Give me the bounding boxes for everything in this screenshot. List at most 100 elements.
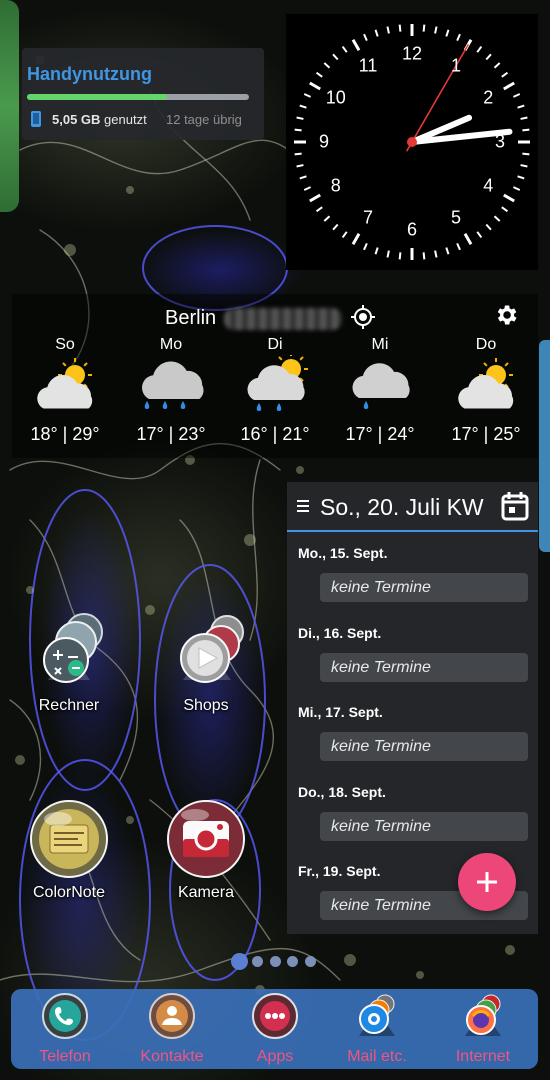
app-label: Rechner bbox=[38, 697, 100, 714]
clock-minute-tick bbox=[520, 164, 528, 168]
forecast-temperature: 17° | 25° bbox=[451, 424, 521, 444]
page-dot[interactable] bbox=[269, 956, 281, 967]
calendar-event-item[interactable]: keine Termine bbox=[320, 811, 528, 841]
mail-folder-icon bbox=[353, 992, 401, 1040]
app-label: ColorNote bbox=[32, 884, 106, 901]
forecast-day[interactable]: Do 17° | 25° bbox=[433, 336, 539, 445]
forecast-day[interactable]: So 18° | 29° bbox=[12, 336, 118, 445]
clock-hour-tick bbox=[351, 39, 361, 51]
clock-hour-tick bbox=[463, 233, 473, 245]
clock-minute-tick bbox=[341, 231, 348, 239]
dock-item-kontakte[interactable]: Kontakte bbox=[132, 989, 212, 1066]
rain-cloud-icon bbox=[118, 354, 224, 420]
clock-number: 10 bbox=[325, 87, 346, 108]
clock-minute-tick bbox=[476, 231, 483, 239]
browser-folder-icon bbox=[459, 992, 507, 1040]
edge-panel-tab[interactable] bbox=[0, 0, 19, 212]
app-colornote[interactable]: ColorNote bbox=[14, 797, 124, 902]
add-event-button[interactable] bbox=[458, 853, 516, 911]
partly-cloudy-icon bbox=[433, 354, 539, 420]
clock-minute-tick bbox=[485, 53, 492, 61]
page-indicator[interactable] bbox=[231, 952, 321, 970]
phone-icon bbox=[41, 992, 89, 1040]
app-kamera[interactable]: Kamera bbox=[151, 797, 261, 902]
clock-minute-tick bbox=[485, 223, 492, 231]
clock-minute-tick bbox=[456, 33, 461, 42]
app-rechner[interactable]: Rechner bbox=[14, 610, 124, 715]
app-shops[interactable]: Shops bbox=[151, 610, 261, 715]
sun-rain-icon bbox=[222, 354, 328, 420]
clock-minute-tick bbox=[374, 247, 379, 255]
dock-label: Kontakte bbox=[140, 1048, 204, 1065]
calendar-day-heading[interactable]: Mo., 15. Sept. bbox=[298, 545, 387, 561]
analog-clock-widget[interactable]: 12 1 2 3 4 5 6 7 8 9 10 11 bbox=[286, 14, 538, 270]
clock-minute-tick bbox=[501, 206, 509, 213]
dock-item-telefon[interactable]: Telefon bbox=[25, 989, 105, 1066]
calendar-event-item[interactable]: keine Termine bbox=[320, 573, 528, 602]
clock-minute-tick bbox=[520, 116, 528, 120]
clock-minute-tick bbox=[341, 45, 348, 53]
clock-minute-tick bbox=[476, 45, 483, 53]
page-dot[interactable] bbox=[252, 956, 263, 967]
clock-minute-tick bbox=[386, 26, 390, 34]
dock: Telefon Kontakte Apps Mail etc. Internet bbox=[11, 989, 538, 1069]
clock-minute-tick bbox=[398, 252, 402, 260]
light-rain-icon bbox=[327, 354, 433, 420]
forecast-day[interactable]: Mi 17° | 24° bbox=[327, 336, 433, 445]
clock-minute-tick bbox=[517, 175, 525, 180]
usage-title: Handynutzung bbox=[27, 64, 152, 84]
page-dot[interactable] bbox=[304, 956, 316, 967]
calendar-day-heading[interactable]: Fr., 19. Sept. bbox=[298, 863, 380, 879]
calendar-day-heading[interactable]: Mi., 17. Sept. bbox=[298, 704, 383, 720]
calendar-event-item[interactable]: keine Termine bbox=[320, 732, 528, 761]
edge-panel-handle[interactable] bbox=[539, 340, 550, 552]
forecast-day-name: Di bbox=[267, 336, 283, 353]
calendar-header: So., 20. Juli KW bbox=[287, 482, 538, 532]
page-dot[interactable] bbox=[287, 956, 298, 967]
gear-icon[interactable] bbox=[493, 302, 519, 333]
app-label: Kamera bbox=[177, 884, 235, 901]
weather-widget[interactable]: Berlin So 18° | 29° Mo 17° | 23° Di 16° | 21°… bbox=[12, 294, 538, 458]
clock-minute-tick bbox=[422, 252, 426, 260]
dock-item-mail[interactable]: Mail etc. bbox=[337, 989, 417, 1066]
clock-minute-tick bbox=[363, 33, 368, 42]
forecast-temperature: 16° | 21° bbox=[240, 424, 310, 444]
weather-city: Berlin bbox=[165, 307, 217, 329]
clock-minute-tick bbox=[374, 29, 379, 37]
gps-locate-icon[interactable] bbox=[350, 304, 376, 335]
usage-remaining-text: 12 tage übrig bbox=[166, 112, 242, 127]
calendar-title[interactable]: So., 20. Juli KW bbox=[320, 494, 484, 521]
clock-number: 8 bbox=[330, 175, 341, 196]
page-dot-active[interactable] bbox=[231, 953, 248, 970]
smartphone-icon bbox=[30, 110, 42, 133]
clock-minute-tick bbox=[456, 242, 461, 251]
dock-item-apps[interactable]: Apps bbox=[235, 989, 315, 1066]
app-drawer-icon bbox=[251, 992, 299, 1040]
clock-minute-tick bbox=[386, 250, 390, 258]
calendar-day-heading[interactable]: Di., 16. Sept. bbox=[298, 625, 381, 641]
clock-hour-tick bbox=[309, 193, 321, 203]
clock-minute-tick bbox=[323, 215, 331, 222]
menu-icon[interactable] bbox=[296, 499, 310, 518]
forecast-day[interactable]: Di 16° | 21° bbox=[222, 336, 328, 445]
clock-minute-tick bbox=[303, 186, 312, 191]
clock-number: 9 bbox=[318, 131, 329, 152]
forecast-day-name: Mi bbox=[371, 336, 389, 353]
clock-minute-tick bbox=[332, 53, 339, 61]
calendar-icon[interactable] bbox=[501, 491, 529, 526]
clock-minute-tick bbox=[434, 250, 438, 258]
forecast-day-name: So bbox=[55, 336, 75, 353]
clock-hour-tick bbox=[503, 193, 515, 203]
redacted-location bbox=[224, 308, 342, 330]
data-usage-widget[interactable]: Handynutzung 5,05 GB genutzt 12 tage übr… bbox=[22, 48, 264, 140]
app-label: Shops bbox=[183, 697, 229, 714]
forecast-day[interactable]: Mo 17° | 23° bbox=[118, 336, 224, 445]
clock-minute-tick bbox=[445, 29, 450, 37]
calendar-event-item[interactable]: keine Termine bbox=[320, 652, 528, 682]
dock-item-internet[interactable]: Internet bbox=[443, 989, 523, 1066]
camera-icon bbox=[165, 797, 247, 881]
forecast-temperature: 17° | 24° bbox=[345, 424, 415, 444]
forecast-temperature: 18° | 29° bbox=[30, 424, 100, 444]
clock-minute-tick bbox=[363, 242, 368, 251]
calendar-day-heading[interactable]: Do., 18. Sept. bbox=[298, 784, 386, 800]
